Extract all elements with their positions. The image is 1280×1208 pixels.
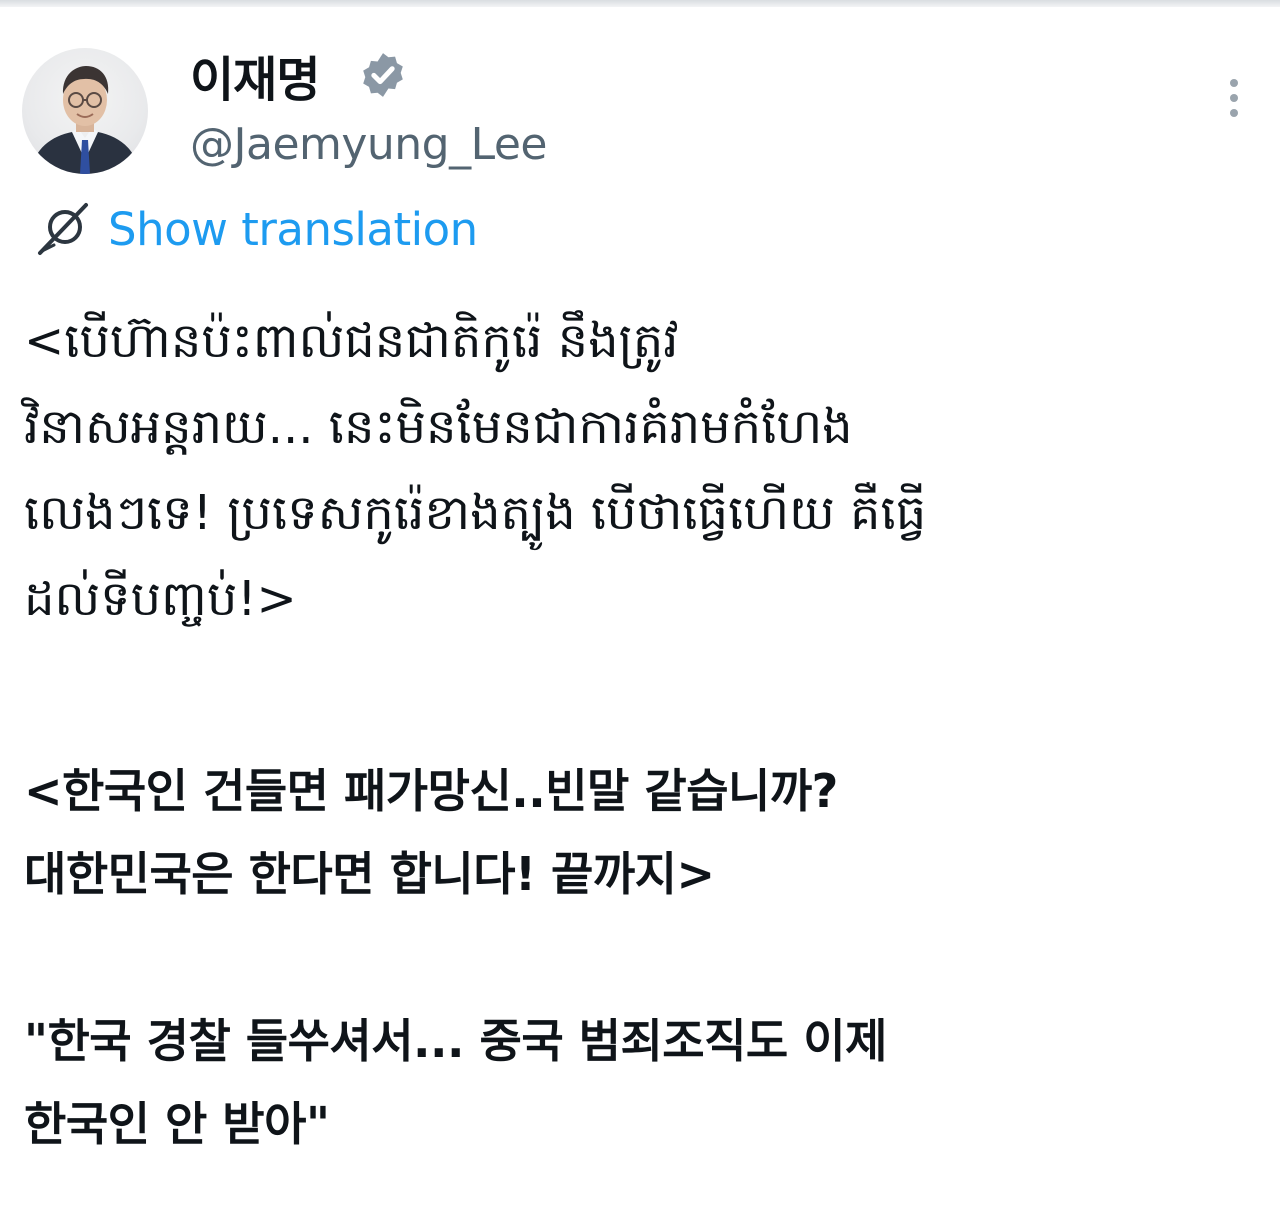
top-divider	[0, 0, 1280, 7]
author-display-name[interactable]: 이재명	[190, 44, 320, 108]
show-translation-link[interactable]: Show translation	[34, 196, 478, 262]
more-options-button[interactable]	[1214, 72, 1254, 124]
tweet-paragraph-khmer: <បើហ៊ានប៉ះពាល់ជនជាតិកូរ៉េ នឹងត្រូវ វិនាស…	[24, 313, 927, 627]
tweet-paragraph-korean-2: "한국 경찰 들쑤셔서... 중국 범죄조직도 이제 한국인 안 받아"	[24, 1014, 887, 1151]
author-handle[interactable]: @Jaemyung_Lee	[190, 116, 548, 172]
profile-photo	[30, 66, 140, 174]
avatar[interactable]	[22, 48, 148, 174]
verified-badge-icon	[363, 53, 403, 97]
tweet-paragraph-korean-1: <한국인 건들면 패가망신..빈말 같습니까? 대한민국은 한다면 합니다! 끝…	[24, 764, 838, 901]
translate-globe-icon	[38, 203, 88, 255]
more-vertical-icon	[1230, 79, 1238, 87]
show-translation-label[interactable]: Show translation	[108, 203, 478, 256]
